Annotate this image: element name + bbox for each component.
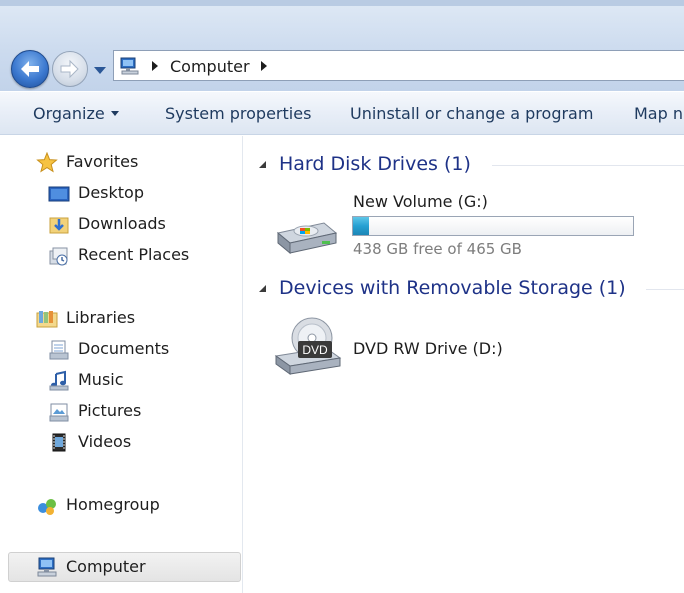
videos-icon — [52, 433, 66, 452]
drive-name: New Volume (G:) — [353, 192, 488, 211]
uninstall-program-button[interactable]: Uninstall or change a program — [350, 104, 593, 123]
sidebar-item-computer[interactable]: Computer — [8, 552, 241, 582]
libraries-icon — [36, 311, 58, 328]
sidebar-item-documents[interactable]: Documents — [48, 337, 238, 363]
group-header-removable-storage[interactable]: Devices with Removable Storage (1) — [258, 277, 684, 301]
homegroup-icon — [38, 499, 56, 515]
breadcrumb-separator-icon[interactable] — [260, 60, 268, 72]
sidebar-item-downloads[interactable]: Downloads — [48, 212, 238, 238]
sidebar-item-label: Computer — [66, 557, 146, 576]
recent-places-icon — [49, 247, 68, 266]
window-header: Computer — [0, 0, 684, 91]
music-icon — [49, 370, 69, 391]
sidebar-item-label: Favorites — [66, 152, 139, 171]
sidebar-item-recent-places[interactable]: Recent Places — [48, 243, 238, 269]
sidebar-item-desktop[interactable]: Desktop — [48, 181, 238, 207]
group-divider — [646, 289, 684, 290]
drive-name: DVD RW Drive (D:) — [353, 339, 503, 358]
sidebar-item-pictures[interactable]: Pictures — [48, 399, 238, 425]
organize-button[interactable]: Organize — [33, 104, 119, 123]
desktop-icon — [48, 186, 70, 202]
title-strip — [0, 0, 684, 6]
address-bar[interactable]: Computer — [113, 50, 684, 81]
group-title: Devices with Removable Storage (1) — [279, 277, 626, 299]
group-title: Hard Disk Drives (1) — [279, 153, 471, 175]
downloads-folder-icon — [49, 217, 69, 234]
map-network-drive-button[interactable]: Map n — [634, 104, 683, 123]
drive-usage-bar — [352, 216, 634, 236]
breadcrumb-computer[interactable]: Computer — [170, 57, 250, 76]
forward-arrow-icon — [60, 59, 79, 79]
navigation-pane: Favorites Desktop Downloads Recent Place… — [0, 136, 243, 593]
sidebar-item-label: Pictures — [78, 401, 142, 420]
sidebar-item-label: Libraries — [66, 308, 136, 327]
hard-drive-icon — [276, 222, 338, 255]
breadcrumb-separator-icon[interactable] — [151, 60, 159, 72]
content-pane: Hard Disk Drives (1) New Volume (G:) 438… — [244, 136, 684, 593]
sidebar-item-music[interactable]: Music — [48, 368, 238, 394]
sidebar-item-homegroup[interactable]: Homegroup — [36, 493, 236, 519]
dvd-label-text: DVD — [302, 343, 328, 357]
drive-usage-fill — [353, 217, 370, 235]
collapse-triangle-icon[interactable] — [258, 284, 267, 293]
chevron-down-icon — [110, 111, 119, 116]
command-bar: Organize System properties Uninstall or … — [0, 91, 684, 135]
group-divider — [492, 165, 684, 166]
computer-icon — [120, 57, 139, 75]
drive-free-space: 438 GB free of 465 GB — [353, 240, 522, 258]
sidebar-item-label: Desktop — [78, 183, 144, 202]
drive-item-new-volume[interactable]: New Volume (G:) 438 GB free of 465 GB — [272, 191, 652, 261]
organize-label: Organize — [33, 104, 105, 123]
forward-button[interactable] — [52, 51, 88, 87]
pictures-icon — [49, 403, 69, 422]
sidebar-item-favorites[interactable]: Favorites — [36, 150, 236, 176]
star-icon — [36, 152, 58, 173]
back-button[interactable] — [11, 50, 49, 88]
sidebar-item-label: Homegroup — [66, 495, 160, 514]
documents-icon — [49, 340, 69, 360]
sidebar-item-label: Music — [78, 370, 124, 389]
sidebar-item-label: Recent Places — [78, 245, 190, 264]
sidebar-item-label: Videos — [78, 432, 132, 451]
group-header-hard-disk-drives[interactable]: Hard Disk Drives (1) — [258, 153, 684, 177]
drive-item-dvd-rw[interactable]: DVD DVD RW Drive (D:) — [272, 316, 652, 380]
recent-pages-dropdown-icon[interactable] — [92, 64, 108, 76]
system-properties-button[interactable]: System properties — [165, 104, 311, 123]
sidebar-item-label: Downloads — [78, 214, 166, 233]
sidebar-item-libraries[interactable]: Libraries — [36, 306, 236, 332]
dvd-drive-icon: DVD — [274, 317, 342, 375]
sidebar-item-label: Documents — [78, 339, 170, 358]
collapse-triangle-icon[interactable] — [258, 160, 267, 169]
back-arrow-icon — [21, 61, 39, 77]
sidebar-item-videos[interactable]: Videos — [48, 430, 238, 456]
computer-icon — [37, 557, 57, 577]
